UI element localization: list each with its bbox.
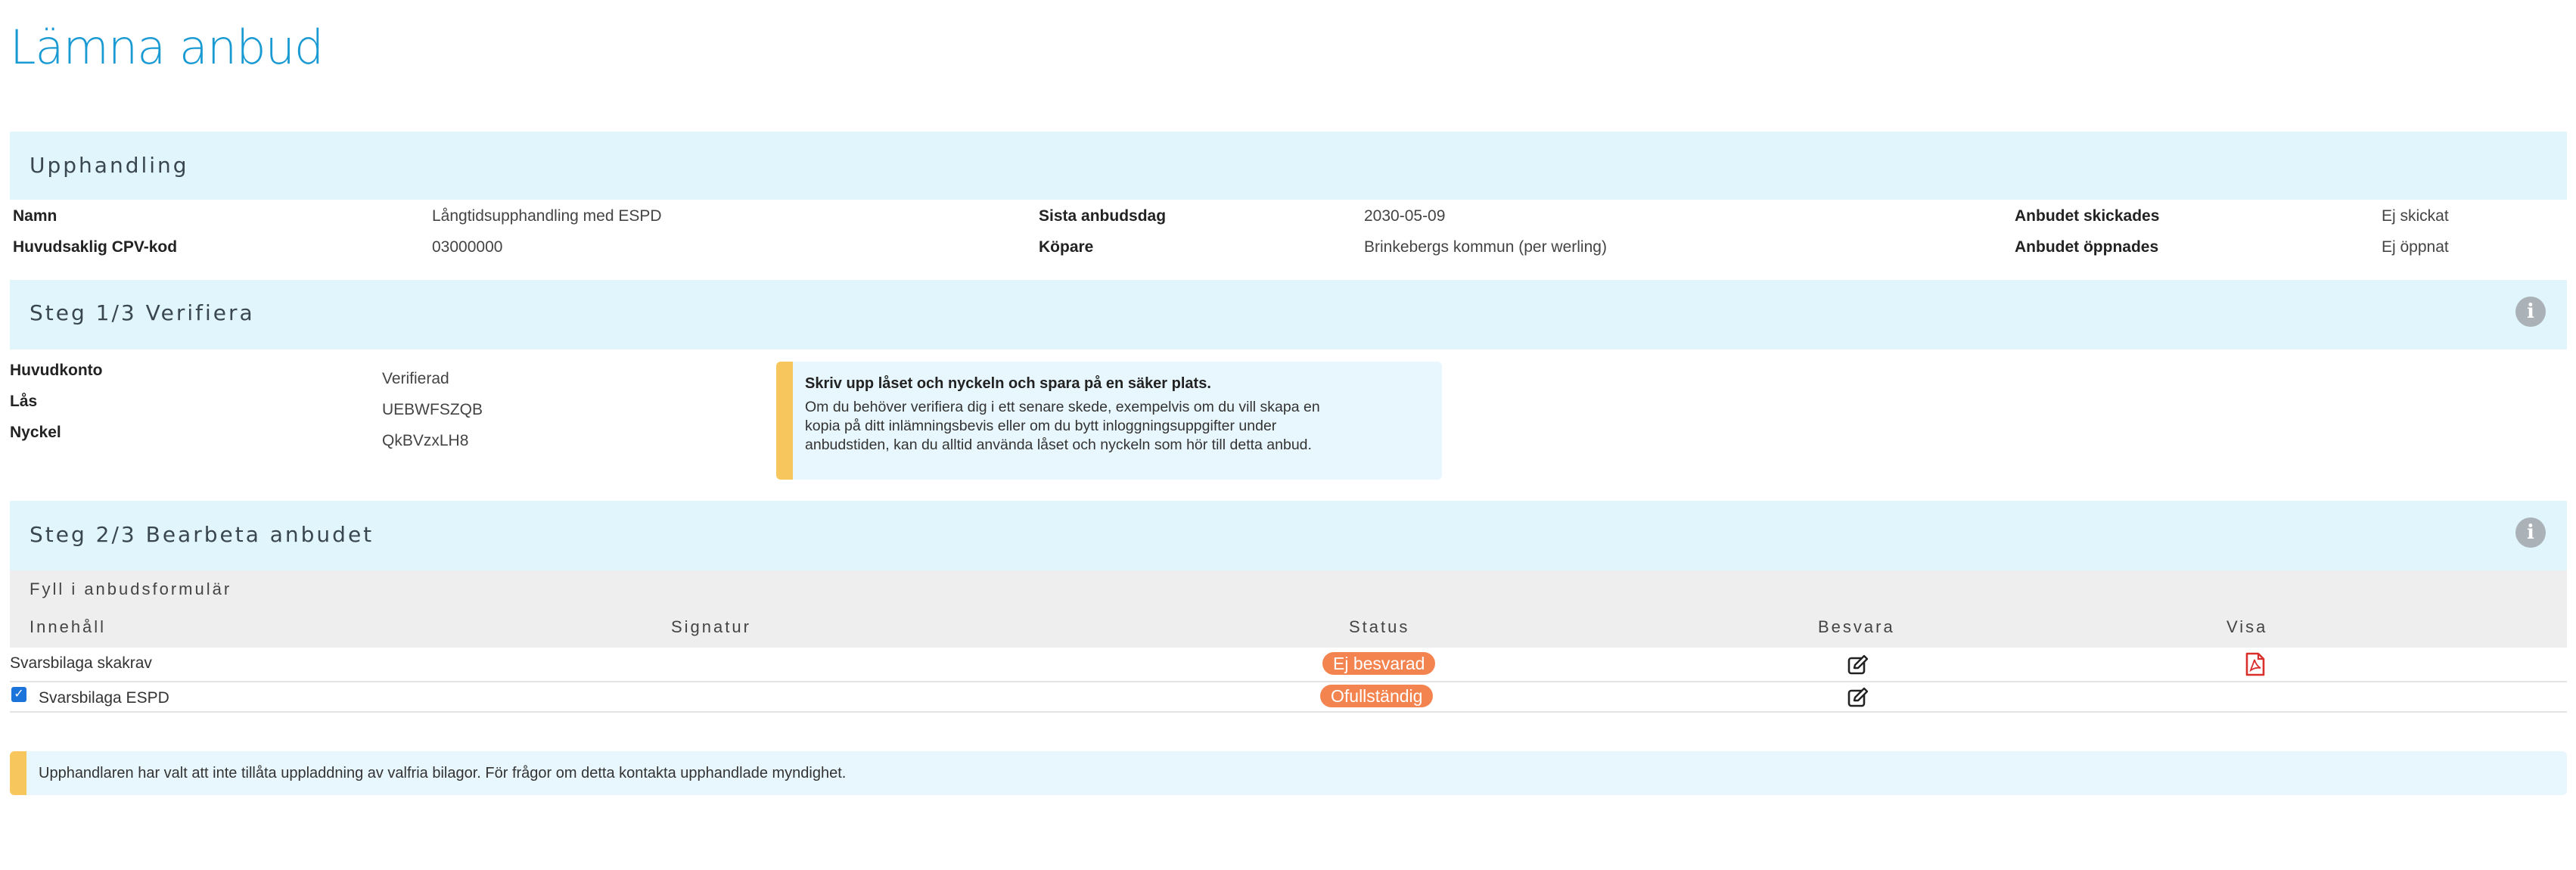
info-icon[interactable]: i xyxy=(2515,517,2546,548)
row-divider xyxy=(10,711,2567,713)
steg2-header: Steg 2/3 Bearbeta anbudet i xyxy=(10,501,2567,570)
lock-key-notice: Skriv upp låset och nyckeln och spara på… xyxy=(776,362,1442,480)
status-badge: Ej besvarad xyxy=(1322,652,1436,675)
edit-icon[interactable] xyxy=(1847,686,1869,709)
attachment-notice: Upphandlaren har valt att inte tillåta u… xyxy=(10,751,2567,795)
steg1-header: Steg 1/3 Verifiera i xyxy=(10,280,2567,350)
steg2-title: Steg 2/3 Bearbeta anbudet xyxy=(30,522,374,547)
upphandling-title: Upphandling xyxy=(30,153,189,178)
info-icon[interactable]: i xyxy=(2515,297,2546,327)
col-status: Status xyxy=(1349,617,1410,636)
anbudsformular-subtitle: Fyll i anbudsformulär xyxy=(30,579,232,598)
anbudet-skickades-value: Ej skickat xyxy=(2382,207,2449,225)
col-besvara: Besvara xyxy=(1818,617,1895,636)
col-signatur: Signatur xyxy=(671,617,751,636)
notice-title: Skriv upp låset och nyckeln och spara på… xyxy=(805,375,1211,392)
page-title: Lämna anbud xyxy=(10,20,324,75)
col-visa: Visa xyxy=(2226,617,2268,636)
upphandling-header: Upphandling xyxy=(10,132,2567,200)
huvudkonto-label: Huvudkonto xyxy=(10,362,103,379)
kopare-value: Brinkebergs kommun (per werling) xyxy=(1364,238,1607,256)
notice-line: kopia på ditt inlämningsbevis eller om d… xyxy=(805,418,1277,434)
las-value: UEBWFSZQB xyxy=(382,401,483,418)
cpv-kod-label: Huvudsaklig CPV-kod xyxy=(13,238,178,256)
notice-line: Om du behöver verifiera dig i ett senare… xyxy=(805,399,1320,415)
notice-line: anbudstiden, kan du alltid använda låset… xyxy=(805,437,1312,453)
row-name: Svarsbilaga skakrav xyxy=(10,654,152,672)
nyckel-value: QkBVzxLH8 xyxy=(382,432,469,449)
namn-label: Namn xyxy=(13,207,57,225)
pdf-icon[interactable] xyxy=(2245,652,2267,676)
edit-icon[interactable] xyxy=(1847,654,1869,676)
huvudkonto-value: Verifierad xyxy=(382,370,449,387)
attachment-notice-text: Upphandlaren har valt att inte tillåta u… xyxy=(39,765,847,781)
sista-anbudsdag-label: Sista anbudsdag xyxy=(1039,207,1167,225)
steg1-title: Steg 1/3 Verifiera xyxy=(30,300,255,325)
row-divider xyxy=(10,681,2567,682)
anbudet-skickades-label: Anbudet skickades xyxy=(2015,207,2160,225)
notice-body: Om du behöver verifiera dig i ett senare… xyxy=(805,398,1320,455)
anbudsformular-header: Fyll i anbudsformulär Innehåll Signatur … xyxy=(10,570,2567,648)
las-label: Lås xyxy=(10,393,38,410)
checkbox-checked-icon[interactable]: ✓ xyxy=(11,687,26,702)
anbudet-oppnades-label: Anbudet öppnades xyxy=(2015,238,2159,256)
status-badge: Ofullständig xyxy=(1320,685,1434,707)
namn-value: Långtidsupphandling med ESPD xyxy=(432,207,662,225)
anbudet-oppnades-value: Ej öppnat xyxy=(2382,238,2449,256)
nyckel-label: Nyckel xyxy=(10,424,61,441)
row-name: Svarsbilaga ESPD xyxy=(39,689,169,707)
col-innehall: Innehåll xyxy=(30,617,107,636)
cpv-kod-value: 03000000 xyxy=(432,238,503,256)
sista-anbudsdag-value: 2030-05-09 xyxy=(1364,207,1446,225)
kopare-label: Köpare xyxy=(1039,238,1094,256)
